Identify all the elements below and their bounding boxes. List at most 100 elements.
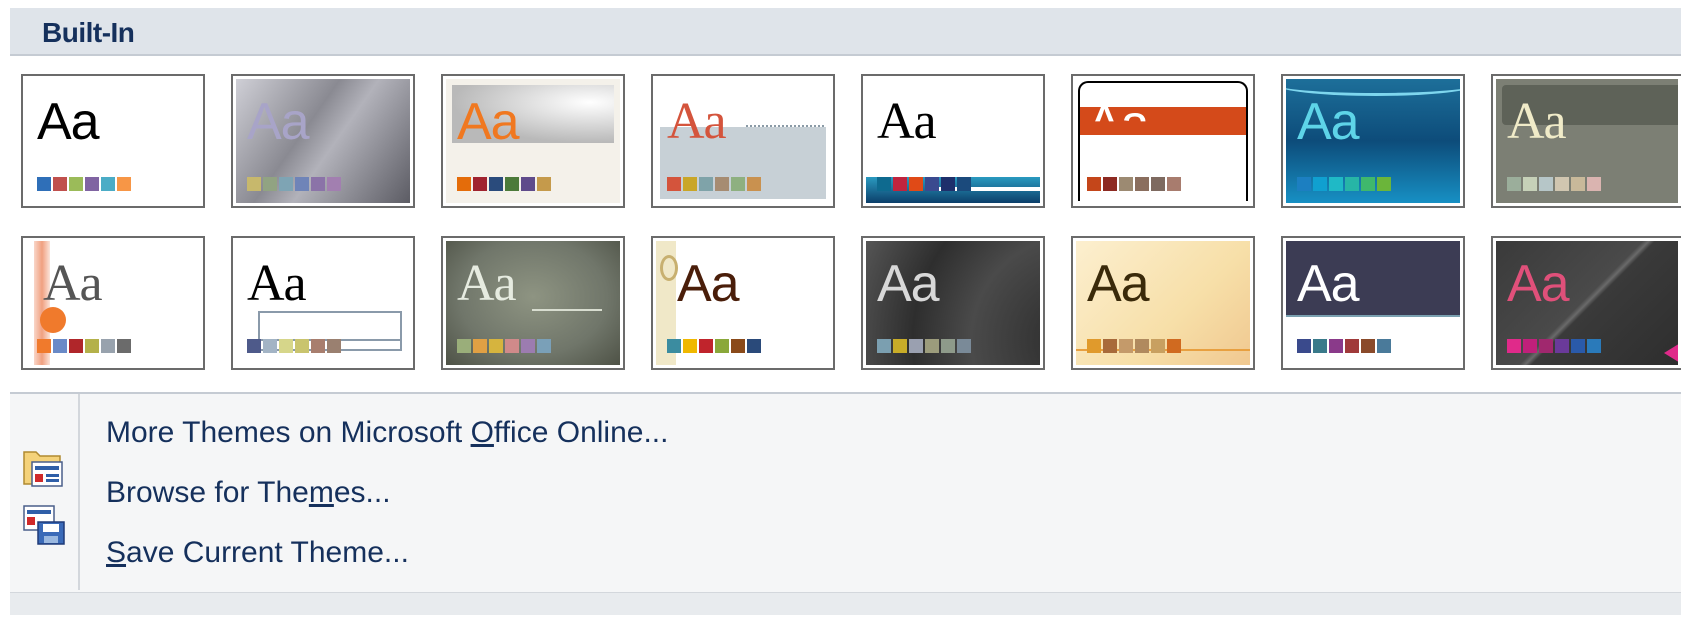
access-key: O [470, 416, 494, 449]
color-swatch [1167, 177, 1181, 191]
color-swatch [537, 339, 551, 353]
color-swatch [1119, 177, 1133, 191]
color-swatch [1571, 177, 1585, 191]
section-title: Built-In [42, 17, 135, 48]
theme-thumbnail-office[interactable]: Aa [21, 74, 205, 208]
theme-sample-text: Aa [43, 255, 103, 312]
theme-sample-text: Aa [247, 255, 307, 312]
color-swatch [505, 177, 519, 191]
color-swatches [1087, 177, 1183, 191]
color-swatch [69, 177, 83, 191]
color-swatch [909, 339, 923, 353]
built-in-header: Built-In [10, 8, 1681, 56]
theme-sample-text: Aa [1507, 255, 1570, 313]
more-themes-online-item[interactable]: More Themes on Microsoft Office Online..… [106, 416, 668, 450]
color-swatch [1361, 339, 1375, 353]
color-swatch [747, 177, 761, 191]
theme-thumbnail-flow[interactable]: Aa [1281, 74, 1465, 208]
theme-thumbnail-aspect[interactable]: Aa [441, 74, 625, 208]
theme-thumbnail-solstice[interactable]: Aa [1491, 236, 1681, 370]
theme-sample-text: Aa [457, 255, 517, 312]
theme-sample-text: Aa [37, 93, 100, 151]
color-swatch [489, 177, 503, 191]
themes-menu: More Themes on Microsoft Office Online..… [10, 394, 1681, 590]
color-swatch [1135, 177, 1149, 191]
color-swatches [1087, 339, 1183, 353]
color-swatch [1377, 177, 1391, 191]
theme-thumbnail-paper[interactable]: Aa [1281, 236, 1465, 370]
access-key: m [308, 476, 334, 509]
menu-label: Browse for The [106, 476, 309, 509]
color-swatches [247, 177, 343, 191]
color-swatch [1329, 339, 1343, 353]
color-swatch [699, 339, 713, 353]
color-swatch [1297, 339, 1311, 353]
theme-thumbnail-origin[interactable]: Aa [1071, 236, 1255, 370]
color-swatches [37, 339, 133, 353]
color-swatch [521, 177, 535, 191]
menu-label: es... [333, 476, 391, 509]
color-swatch [1297, 177, 1311, 191]
theme-sample-text: Aa [677, 255, 740, 313]
color-swatch [1523, 339, 1537, 353]
color-swatch [1313, 339, 1327, 353]
themes-dropdown-panel: Built-In Aa Aa Aa Aa Aa Aa Aa Aa Aa Aa A… [10, 8, 1681, 615]
color-swatch [925, 177, 939, 191]
theme-thumbnail-oriel[interactable]: Aa [861, 236, 1045, 370]
color-swatch [1361, 177, 1375, 191]
color-swatch [893, 339, 907, 353]
color-swatch [1507, 339, 1521, 353]
color-swatches [457, 177, 553, 191]
color-swatch [1555, 339, 1569, 353]
color-swatch [311, 177, 325, 191]
color-swatch [1377, 339, 1391, 353]
color-swatch [457, 177, 471, 191]
color-swatch [1151, 339, 1165, 353]
color-swatches [1507, 177, 1603, 191]
resize-footer [10, 592, 1681, 615]
color-swatch [683, 177, 697, 191]
save-theme-icon [22, 502, 66, 551]
color-swatches [247, 339, 343, 353]
save-current-theme-item[interactable]: Save Current Theme... [106, 536, 409, 568]
color-swatch [295, 339, 309, 353]
theme-thumbnail-module[interactable]: Aa [441, 236, 625, 370]
theme-thumbnail-median[interactable]: Aa [21, 236, 205, 370]
color-swatch [1167, 339, 1181, 353]
color-swatch [263, 177, 277, 191]
theme-sample-text: Aa [1297, 93, 1360, 151]
color-swatch [1103, 339, 1117, 353]
menu-label: ave Current Theme... [126, 536, 409, 568]
color-swatch [1151, 177, 1165, 191]
theme-thumbnail-concourse[interactable]: Aa [861, 74, 1045, 208]
color-swatches [37, 177, 133, 191]
color-swatch [941, 339, 955, 353]
color-swatch [247, 339, 261, 353]
color-swatch [941, 177, 955, 191]
color-swatch [37, 339, 51, 353]
color-swatch [747, 339, 761, 353]
color-swatch [521, 339, 535, 353]
color-swatch [537, 177, 551, 191]
color-swatches [667, 177, 763, 191]
theme-thumbnail-opulent[interactable]: Aa [651, 236, 835, 370]
color-swatch [1523, 177, 1537, 191]
theme-thumbnail-equity[interactable]: Aa [1071, 74, 1255, 208]
color-swatch [715, 177, 729, 191]
theme-thumbnail-metro[interactable]: Aa [231, 236, 415, 370]
color-swatch [683, 339, 697, 353]
theme-thumbnail-civic[interactable]: Aa [651, 74, 835, 208]
color-swatch [295, 177, 309, 191]
color-swatch [85, 339, 99, 353]
color-swatch [1087, 177, 1101, 191]
browse-for-themes-item[interactable]: Browse for Themes... [106, 476, 391, 510]
theme-thumbnail-foundry[interactable]: Aa [1491, 74, 1681, 208]
color-swatch [1087, 339, 1101, 353]
theme-thumbnail-apex[interactable]: Aa [231, 74, 415, 208]
color-swatch [877, 339, 891, 353]
color-swatch [731, 177, 745, 191]
theme-sample-text: Aa [877, 255, 940, 313]
color-swatch [311, 339, 325, 353]
color-swatch [667, 177, 681, 191]
theme-sample-text: Aa [877, 93, 937, 150]
